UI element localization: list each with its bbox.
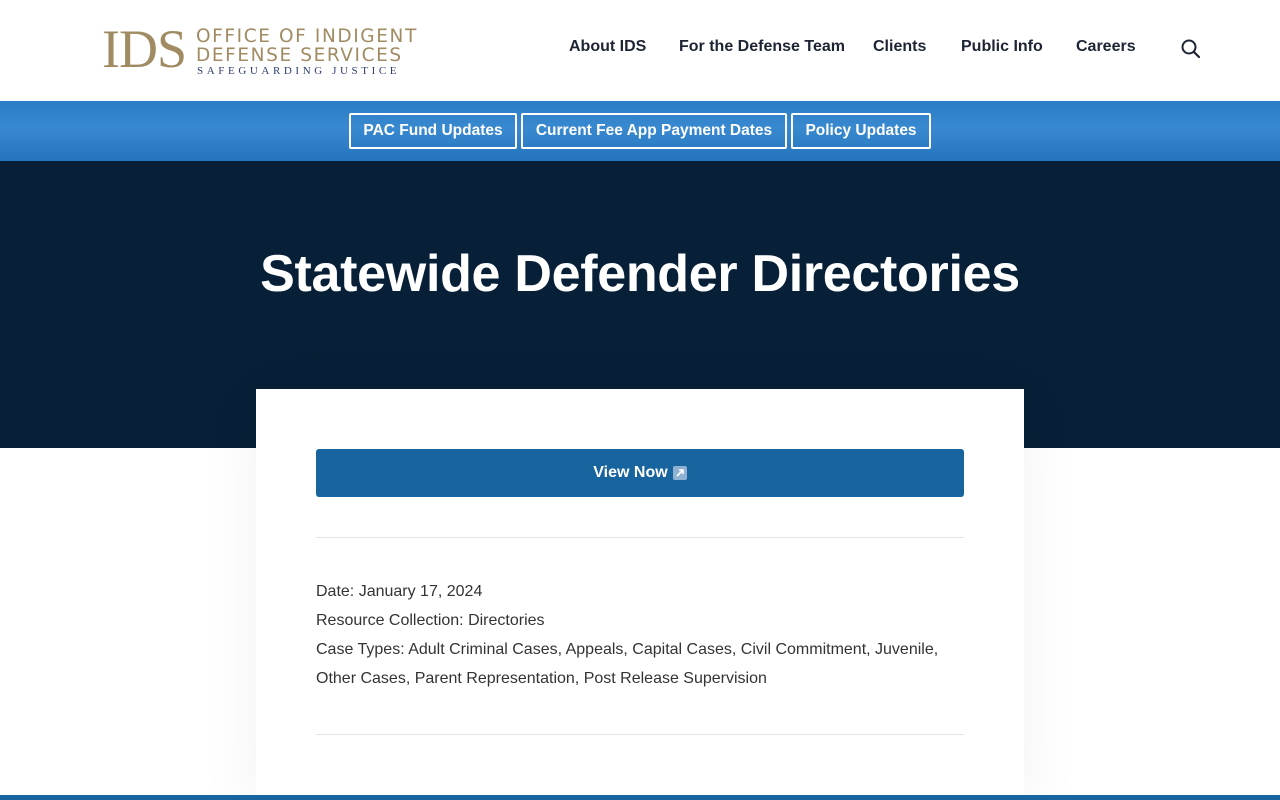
divider-top (316, 537, 964, 538)
site-header: IDS OFFICE OF INDIGENT DEFENSE SERVICES … (0, 0, 1280, 101)
divider-bottom (316, 734, 964, 735)
nav-clients[interactable]: Clients (873, 38, 926, 56)
nav-careers[interactable]: Careers (1076, 38, 1136, 56)
nav-for-the-defense-team[interactable]: For the Defense Team (679, 38, 845, 56)
nav-public-info[interactable]: Public Info (961, 38, 1043, 56)
resource-case-types: Case Types: Adult Criminal Cases, Appeal… (316, 641, 939, 687)
page-title: Statewide Defender Directories (260, 245, 1020, 303)
search-icon (1181, 39, 1201, 59)
fee-app-payment-dates-button[interactable]: Current Fee App Payment Dates (521, 113, 787, 149)
resource-collection: Resource Collection: Directories (316, 612, 545, 629)
pac-fund-updates-button[interactable]: PAC Fund Updates (349, 113, 517, 149)
resource-card: View Now Date: January 17, 2024 Resource… (256, 389, 1024, 800)
footer-edge (0, 795, 1280, 800)
nav-about-ids[interactable]: About IDS (569, 38, 646, 56)
external-link-icon (672, 466, 687, 480)
policy-updates-button[interactable]: Policy Updates (791, 113, 931, 149)
resource-date: Date: January 17, 2024 (316, 583, 483, 600)
view-now-label: View Now (593, 464, 668, 481)
resource-meta: Date: January 17, 2024 Resource Collecti… (316, 577, 956, 693)
alert-bar: PAC Fund Updates Current Fee App Payment… (0, 101, 1280, 161)
view-now-button[interactable]: View Now (316, 449, 964, 497)
main-nav: About IDS For the Defense Team Clients P… (0, 38, 1280, 60)
search-button[interactable] (1180, 38, 1202, 60)
logo-tagline: SAFEGUARDING JUSTICE (197, 65, 401, 77)
